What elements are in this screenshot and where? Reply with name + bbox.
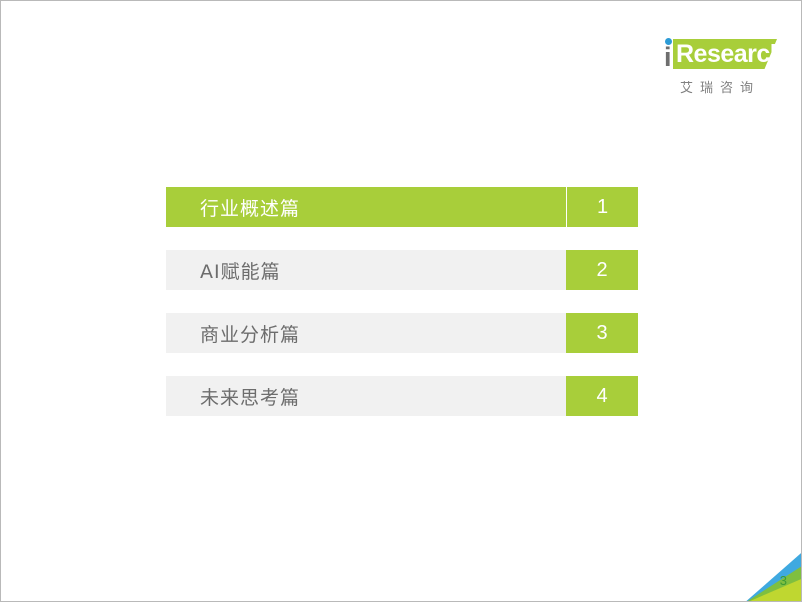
agenda-number-3: 3 [566,313,638,353]
agenda-label-4: 未来思考篇 [166,376,566,416]
agenda-label-3: 商业分析篇 [166,313,566,353]
agenda-row-4[interactable]: 未来思考篇 4 [166,376,638,416]
logo-wordmark: Research [676,40,785,68]
agenda-row-3[interactable]: 商业分析篇 3 [166,313,638,353]
agenda-number-4: 4 [566,376,638,416]
agenda-number-1: 1 [566,187,638,227]
agenda-row-1[interactable]: 行业概述篇 1 [166,187,638,227]
agenda-number-2: 2 [566,250,638,290]
corner-decoration: 3 [739,549,801,601]
logo-chinese-name: 艾瑞咨询 [679,81,760,96]
page-number: 3 [779,573,787,588]
agenda-row-2[interactable]: AI赋能篇 2 [166,250,638,290]
agenda-label-2: AI赋能篇 [166,250,566,290]
slide-canvas: i Research 艾瑞咨询 行业概述篇 1 AI赋能篇 2 商业分析篇 3 … [0,0,802,602]
agenda-label-1: 行业概述篇 [166,187,566,227]
iresearch-logo: i Research 艾瑞咨询 [659,35,785,97]
logo-mark: i Research [659,35,785,75]
agenda-list: 行业概述篇 1 AI赋能篇 2 商业分析篇 3 未来思考篇 4 [166,187,638,416]
logo-letter-i: i [664,42,672,72]
